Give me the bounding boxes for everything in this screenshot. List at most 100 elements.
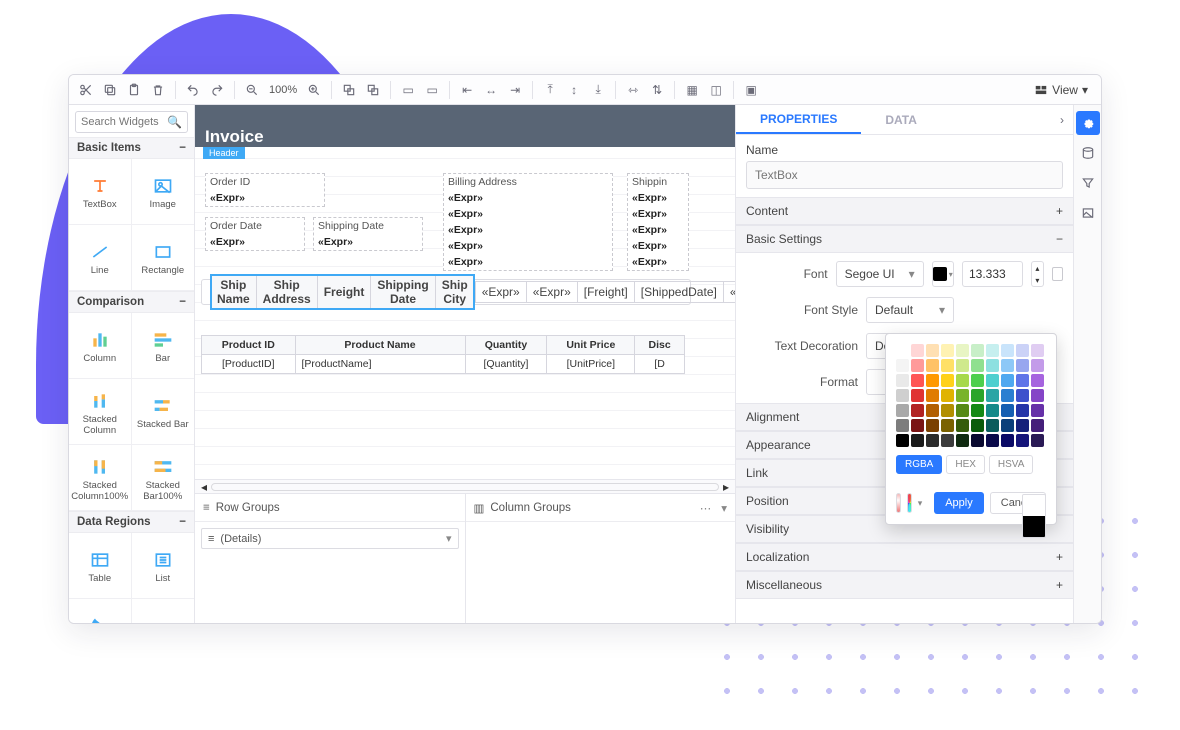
- field-billing-address[interactable]: Billing Address «Expr» «Expr» «Expr» «Ex…: [443, 173, 613, 271]
- font-size-input[interactable]: 13.333: [962, 261, 1023, 287]
- section-basic-settings[interactable]: Basic Settings−: [736, 225, 1073, 253]
- color-swatch[interactable]: [971, 389, 984, 402]
- field-shipping-date[interactable]: Shipping Date «Expr»: [313, 217, 423, 251]
- align-middle-icon[interactable]: ↕: [563, 79, 585, 101]
- color-swatch[interactable]: [1001, 404, 1014, 417]
- scroll-right-icon[interactable]: ▸: [723, 480, 729, 494]
- color-swatch[interactable]: [911, 419, 924, 432]
- color-swatch[interactable]: [1016, 419, 1029, 432]
- bring-forward-icon[interactable]: [362, 79, 384, 101]
- field-shipping-address[interactable]: Shippin «Expr» «Expr» «Expr» «Expr» «Exp…: [627, 173, 689, 271]
- color-swatch[interactable]: [986, 434, 999, 447]
- widget-column[interactable]: Column: [69, 313, 132, 379]
- color-swatch[interactable]: [896, 419, 909, 432]
- color-swatch[interactable]: [911, 359, 924, 372]
- row-group-item[interactable]: ≡ (Details) ▾: [201, 528, 459, 549]
- section-data-regions[interactable]: Data Regions−: [69, 511, 194, 533]
- color-swatch[interactable]: [941, 434, 954, 447]
- table-row[interactable]: «Expr» «Expr» [Freight] [ShippedDate] «E…: [475, 282, 735, 303]
- widget-stacked-column[interactable]: Stacked Column: [69, 379, 132, 445]
- color-swatch[interactable]: [1001, 359, 1014, 372]
- color-swatch[interactable]: [1016, 344, 1029, 357]
- color-swatch[interactable]: [1001, 434, 1014, 447]
- widget-stacked-column-100[interactable]: Stacked Column100%: [69, 445, 132, 511]
- paste-icon[interactable]: [123, 79, 145, 101]
- font-style-dropdown[interactable]: Default▾: [866, 297, 954, 323]
- chevron-down-icon[interactable]: ▾: [446, 532, 452, 545]
- color-swatch[interactable]: [971, 374, 984, 387]
- horizontal-scrollbar[interactable]: ◂▸: [195, 479, 735, 493]
- section-content[interactable]: Content+: [736, 197, 1073, 225]
- table-row[interactable]: [ProductID] [ProductName] [Quantity] [Un…: [202, 355, 685, 374]
- gradient-picker-icon[interactable]: [896, 493, 901, 513]
- color-swatch[interactable]: [956, 374, 969, 387]
- color-swatch[interactable]: [1001, 419, 1014, 432]
- color-swatch[interactable]: [941, 389, 954, 402]
- search-box[interactable]: 🔍: [75, 111, 188, 133]
- mode-rgba-button[interactable]: RGBA: [896, 455, 942, 474]
- align-center-icon[interactable]: ↔: [480, 79, 502, 101]
- distribute-v-icon[interactable]: ⇅: [646, 79, 668, 101]
- color-swatch[interactable]: [986, 344, 999, 357]
- color-swatch[interactable]: [1031, 404, 1044, 417]
- section-comparison[interactable]: Comparison−: [69, 291, 194, 313]
- table-products[interactable]: Product ID Product Name Quantity Unit Pr…: [201, 335, 685, 374]
- snap-icon[interactable]: ▣: [740, 79, 762, 101]
- color-swatch[interactable]: [926, 359, 939, 372]
- color-swatch[interactable]: [926, 344, 939, 357]
- align-bottom-icon[interactable]: ⤓: [587, 79, 609, 101]
- section-basic-items[interactable]: Basic Items−: [69, 137, 194, 159]
- color-swatch[interactable]: [956, 359, 969, 372]
- color-swatch[interactable]: [941, 404, 954, 417]
- design-canvas[interactable]: Invoice Header Order ID «Expr» Order Dat…: [195, 105, 735, 479]
- filter-icon[interactable]: [1076, 171, 1100, 195]
- color-swatch[interactable]: [896, 389, 909, 402]
- color-swatch[interactable]: [971, 344, 984, 357]
- section-localization[interactable]: Localization+: [736, 543, 1073, 571]
- apply-button[interactable]: Apply: [934, 492, 984, 514]
- widget-map[interactable]: Man: [69, 599, 132, 623]
- tab-data[interactable]: DATA: [861, 105, 941, 134]
- color-swatch[interactable]: [956, 404, 969, 417]
- zoom-in-icon[interactable]: [303, 79, 325, 101]
- tab-properties[interactable]: PROPERTIES: [736, 105, 861, 134]
- color-swatch[interactable]: [926, 434, 939, 447]
- font-color-chip[interactable]: ▾: [932, 261, 954, 287]
- color-swatch[interactable]: [1001, 374, 1014, 387]
- table-shipping[interactable]: Ship Name Ship Address Freight Shipping …: [201, 279, 691, 305]
- zoom-out-icon[interactable]: [241, 79, 263, 101]
- color-swatch[interactable]: [1031, 344, 1044, 357]
- font-dropdown[interactable]: Segoe UI▾: [836, 261, 924, 287]
- align-left-edges-icon[interactable]: ▭: [397, 79, 419, 101]
- align-top-icon[interactable]: ⤒: [539, 79, 561, 101]
- color-swatch[interactable]: [956, 344, 969, 357]
- redo-icon[interactable]: [206, 79, 228, 101]
- color-swatch[interactable]: [956, 389, 969, 402]
- color-swatch[interactable]: [926, 374, 939, 387]
- color-swatch[interactable]: [986, 374, 999, 387]
- name-input[interactable]: [746, 161, 1063, 189]
- color-swatch[interactable]: [1016, 374, 1029, 387]
- color-swatch[interactable]: [911, 434, 924, 447]
- color-swatch[interactable]: [941, 359, 954, 372]
- color-swatch[interactable]: [896, 404, 909, 417]
- color-swatch[interactable]: [926, 389, 939, 402]
- chevron-right-icon[interactable]: ›: [1051, 109, 1073, 131]
- color-swatch[interactable]: [911, 389, 924, 402]
- widget-stacked-bar-100[interactable]: Stacked Bar100%: [132, 445, 195, 511]
- mode-hsva-button[interactable]: HSVA: [989, 455, 1034, 474]
- color-swatch[interactable]: [986, 419, 999, 432]
- delete-icon[interactable]: [147, 79, 169, 101]
- color-swatch[interactable]: [1031, 389, 1044, 402]
- data-icon[interactable]: [1076, 141, 1100, 165]
- section-miscellaneous[interactable]: Miscellaneous+: [736, 571, 1073, 599]
- color-swatch[interactable]: [941, 374, 954, 387]
- color-swatch[interactable]: [1031, 434, 1044, 447]
- same-size-icon[interactable]: ◫: [705, 79, 727, 101]
- search-input[interactable]: [81, 116, 167, 128]
- widget-textbox[interactable]: TextBox: [69, 159, 132, 225]
- undo-icon[interactable]: [182, 79, 204, 101]
- color-swatch[interactable]: [926, 419, 939, 432]
- copy-icon[interactable]: [99, 79, 121, 101]
- align-left-icon[interactable]: ⇤: [456, 79, 478, 101]
